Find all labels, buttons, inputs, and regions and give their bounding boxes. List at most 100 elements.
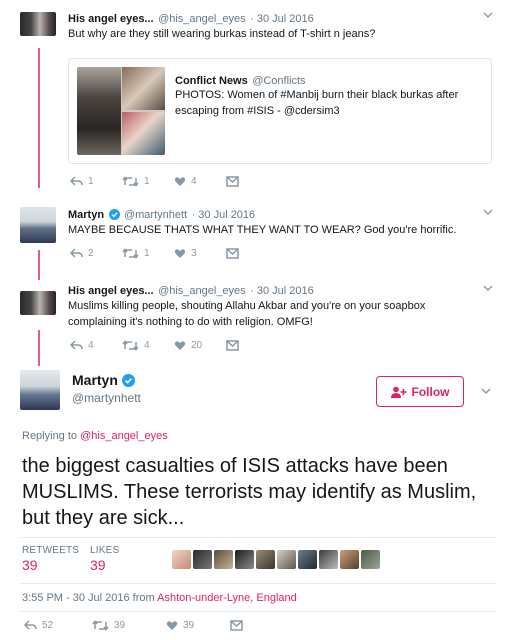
liker-avatar[interactable]	[277, 550, 296, 569]
timestamp-text[interactable]: 3:55 PM - 30 Jul 2016 from	[22, 592, 155, 604]
quoted-photo-bottom	[122, 112, 165, 155]
quoted-photo-top	[122, 67, 165, 110]
retweet-action[interactable]: 39	[92, 620, 166, 631]
dm-icon	[230, 620, 243, 631]
retweet-action[interactable]: 4	[122, 340, 174, 351]
retweet-icon	[92, 620, 109, 631]
chevron-down-icon[interactable]	[482, 207, 494, 217]
like-action[interactable]: 4	[174, 176, 226, 187]
liker-avatar[interactable]	[319, 550, 338, 569]
tweet-date[interactable]: · 30 Jul 2016	[250, 13, 314, 25]
retweet-action[interactable]: 1	[122, 176, 174, 187]
liker-avatars	[172, 550, 380, 569]
reply-action[interactable]: 52	[24, 620, 80, 631]
replying-to-link[interactable]: @his_angel_eyes	[80, 430, 168, 442]
avatar[interactable]	[20, 207, 56, 243]
quoted-text: PHOTOS: Women of #Manbij burn their blac…	[175, 89, 459, 117]
main-author-name[interactable]: Martyn	[72, 372, 118, 388]
follow-person-icon	[390, 386, 406, 398]
dm-icon	[226, 340, 239, 351]
replying-to-prefix: Replying to	[22, 430, 78, 442]
author-handle[interactable]: @his_angel_eyes	[158, 13, 246, 25]
retweet-count: 1	[144, 176, 150, 187]
author-name[interactable]: His angel eyes...	[68, 285, 154, 297]
reply-action[interactable]: 4	[70, 340, 122, 351]
dm-action[interactable]	[226, 340, 239, 351]
liker-avatar[interactable]	[172, 550, 191, 569]
tweet-date[interactable]: · 30 Jul 2016	[250, 285, 314, 297]
divider	[20, 583, 496, 584]
tweet-date[interactable]: · 30 Jul 2016	[192, 209, 256, 221]
reply-icon	[70, 176, 83, 186]
author-name[interactable]: Martyn	[68, 209, 104, 221]
dm-action[interactable]	[226, 176, 239, 187]
tweet-timestamp: 3:55 PM - 30 Jul 2016 from Ashton-under-…	[22, 592, 297, 604]
liker-avatar[interactable]	[256, 550, 275, 569]
main-author-handle[interactable]: @martynhett	[72, 391, 141, 405]
thread-line	[38, 48, 40, 188]
retweet-icon	[122, 176, 139, 187]
retweet-count: 1	[144, 248, 150, 259]
verified-icon	[108, 209, 120, 220]
chevron-down-icon[interactable]	[482, 283, 494, 293]
tweet-text-line: complaining it's nothing to do with reli…	[68, 316, 313, 328]
tweet-header: Martyn @martynhett · 30 Jul 2016	[68, 205, 255, 223]
avatar[interactable]	[20, 291, 56, 315]
tweet-actions: 1 1 4	[70, 176, 239, 187]
quoted-author-name: Conflict News	[175, 75, 248, 87]
chevron-down-icon[interactable]	[482, 10, 494, 20]
liker-avatar[interactable]	[340, 550, 359, 569]
like-count: 4	[191, 176, 197, 187]
main-tweet-text: the biggest casualties of ISIS attacks h…	[22, 455, 477, 529]
tweet-text: MAYBE BECAUSE THATS WHAT THEY WANT TO WE…	[68, 224, 457, 236]
chevron-down-icon[interactable]	[480, 386, 492, 396]
reply-action[interactable]: 2	[70, 248, 122, 259]
like-count: 39	[183, 620, 195, 631]
dm-icon	[226, 248, 239, 259]
liker-avatar[interactable]	[235, 550, 254, 569]
reply-action[interactable]: 1	[70, 176, 122, 187]
reply-icon	[24, 620, 37, 630]
tweet-actions: 4 4 20	[70, 340, 239, 351]
quoted-author-handle: @Conflicts	[252, 75, 306, 87]
author-name[interactable]: His angel eyes...	[68, 13, 154, 25]
quoted-tweet-card[interactable]: Conflict News @Conflicts PHOTOS: Women o…	[68, 58, 492, 164]
quoted-media[interactable]	[77, 67, 165, 155]
tweet-header: His angel eyes... @his_angel_eyes · 30 J…	[68, 281, 314, 299]
like-action[interactable]: 20	[174, 340, 226, 351]
tweet-text-line: Muslims killing people, shouting Allahu …	[68, 300, 426, 312]
reply-count: 2	[88, 248, 94, 259]
author-handle[interactable]: @his_angel_eyes	[158, 285, 246, 297]
liker-avatar[interactable]	[214, 550, 233, 569]
heart-icon	[174, 177, 186, 186]
liker-avatar[interactable]	[193, 550, 212, 569]
retweet-action[interactable]: 1	[122, 248, 174, 259]
like-action[interactable]: 39	[166, 620, 230, 631]
replying-to: Replying to @his_angel_eyes	[22, 430, 168, 442]
retweets-value: 39	[22, 557, 38, 573]
likes-value: 39	[90, 557, 106, 573]
dm-action[interactable]	[226, 248, 239, 259]
main-tweet-actions: 52 39 39	[24, 620, 243, 631]
liker-avatar[interactable]	[361, 550, 380, 569]
avatar[interactable]	[20, 12, 56, 36]
dm-action[interactable]	[230, 620, 243, 631]
reply-icon	[70, 248, 83, 258]
likes-stat[interactable]: LIKES 39	[90, 545, 119, 573]
avatar[interactable]	[20, 370, 60, 410]
heart-icon	[166, 621, 178, 630]
like-count: 20	[191, 340, 203, 351]
author-handle[interactable]: @martynhett	[124, 209, 187, 221]
divider	[20, 537, 496, 538]
heart-icon	[174, 249, 186, 258]
like-action[interactable]: 3	[174, 248, 226, 259]
liker-avatar[interactable]	[298, 550, 317, 569]
location-link[interactable]: Ashton-under-Lyne, England	[157, 592, 297, 604]
follow-button[interactable]: Follow	[376, 376, 464, 407]
verified-icon	[122, 374, 136, 387]
retweets-stat[interactable]: RETWEETS 39	[22, 545, 79, 573]
follow-label: Follow	[411, 384, 450, 399]
dm-icon	[226, 176, 239, 187]
reply-count: 52	[42, 620, 54, 631]
heart-icon	[174, 341, 186, 350]
